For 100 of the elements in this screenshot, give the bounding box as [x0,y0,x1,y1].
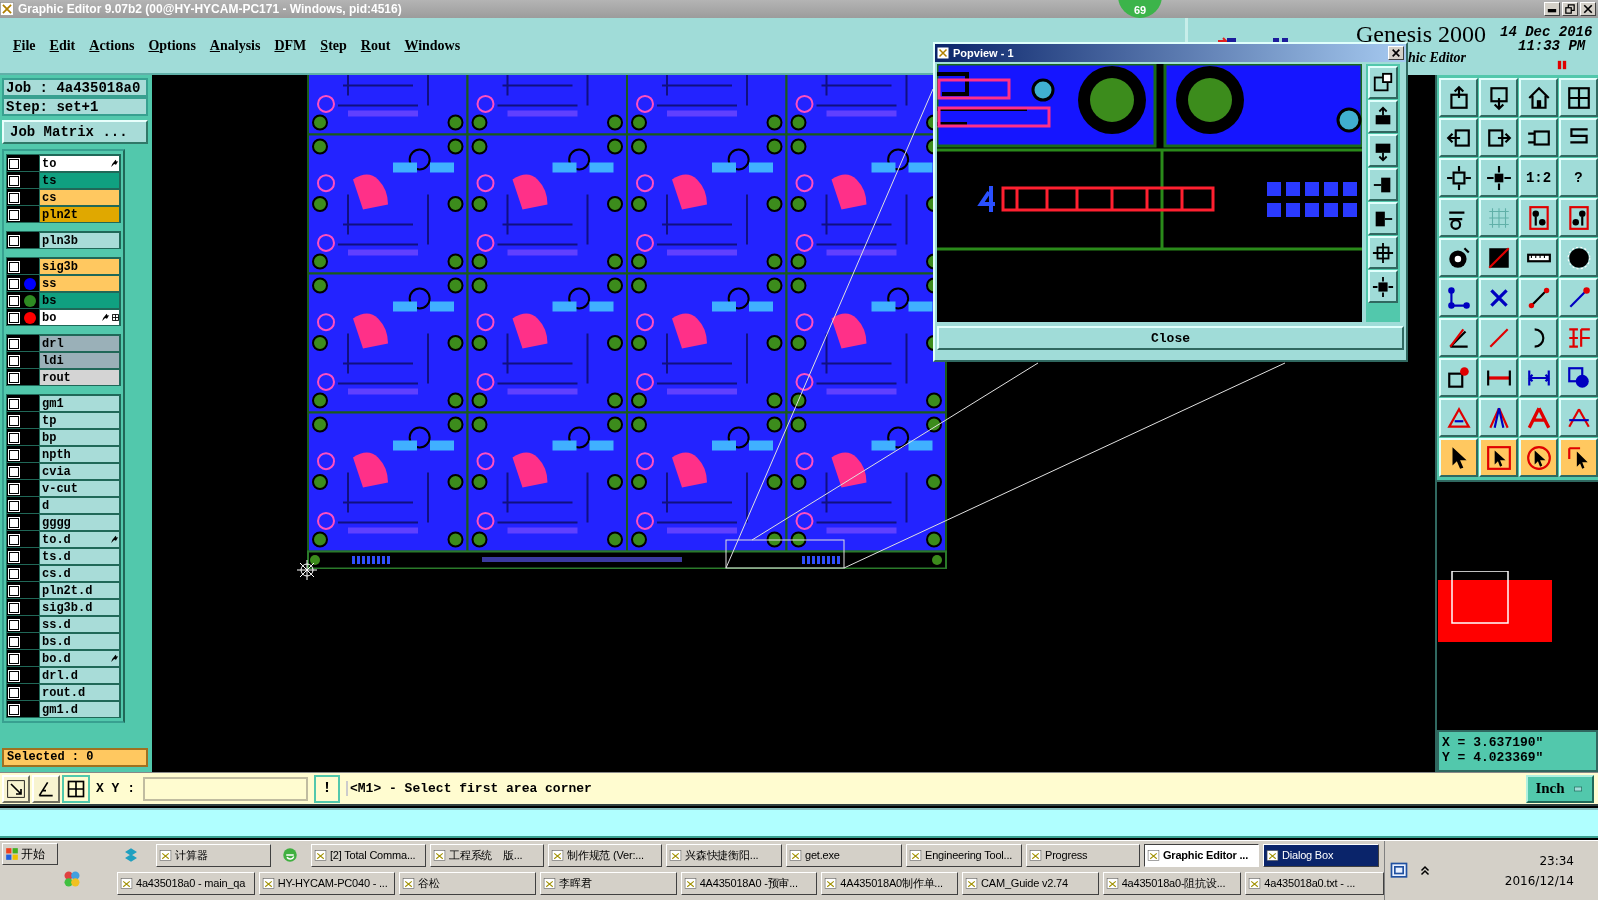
layer-name-cell[interactable]: npth [39,446,120,463]
tool-button[interactable] [1519,278,1558,317]
layer-name-cell[interactable]: bs [39,292,120,309]
tool-button[interactable] [1439,358,1478,397]
layer-checkbox[interactable] [9,517,19,528]
popview-tool-button[interactable] [1368,66,1398,99]
layer-checkbox[interactable] [9,568,19,579]
tool-button[interactable] [1519,438,1558,477]
tool-button[interactable] [1439,158,1478,197]
layer-name-cell[interactable]: gm1 [39,395,120,412]
menu-item[interactable]: Options [141,37,203,54]
layer-checkbox[interactable] [9,500,19,511]
tool-button[interactable] [1479,318,1518,357]
popview-tool-button[interactable] [1368,100,1398,133]
popview-tool-button[interactable] [1368,168,1398,201]
layer-checkbox[interactable] [9,261,19,272]
layer-name-cell[interactable]: drl [39,335,120,352]
tool-button[interactable] [1519,238,1558,277]
layer-name-cell[interactable]: rout.d [39,684,120,701]
layer-checkbox[interactable] [9,551,19,562]
tool-button[interactable] [1559,398,1598,437]
layer-name-cell[interactable]: to.d [39,531,120,548]
menu-item[interactable]: DFM [267,37,314,54]
layer-name-cell[interactable]: cvia [39,463,120,480]
layer-checkbox[interactable] [9,483,19,494]
layer-name-cell[interactable]: cs.d [39,565,120,582]
tool-button[interactable] [1559,438,1598,477]
tool-button[interactable] [1439,238,1478,277]
menu-item[interactable]: Actions [82,37,142,54]
taskbar-button[interactable]: Progress [1026,843,1140,867]
layer-name-cell[interactable]: sig3b [39,258,120,275]
units-dropdown[interactable]: Inch [1526,774,1594,803]
layer-name-cell[interactable]: drl.d [39,667,120,684]
tool-button[interactable] [1559,78,1598,117]
tool-button[interactable] [1559,358,1598,397]
taskbar-button[interactable]: Dialog Box [1263,843,1379,867]
tool-button[interactable] [1439,78,1478,117]
tool-button[interactable] [1519,318,1558,357]
taskbar-button[interactable]: Engineering Tool... [906,843,1022,867]
tool-button[interactable] [1479,158,1518,197]
layer-name-cell[interactable]: ldi [39,352,120,369]
layer-name-cell[interactable]: bo.d [39,650,120,667]
tool-button[interactable] [1519,398,1558,437]
tool-button[interactable] [1559,318,1598,357]
taskbar-button[interactable]: 兴森快捷衡阳... [666,843,782,867]
popview-close-button[interactable]: Close [937,326,1404,350]
taskbar-button[interactable]: [2] Total Comma... [311,843,426,867]
menu-item[interactable]: Windows [397,37,468,54]
tool-button[interactable] [1439,198,1478,237]
tool-button[interactable] [1479,118,1518,157]
popview-tool-button[interactable] [1368,270,1398,303]
layer-checkbox[interactable] [9,295,19,306]
layer-checkbox[interactable] [9,466,19,477]
layer-name-cell[interactable]: gggg [39,514,120,531]
layer-name-cell[interactable]: bs.d [39,633,120,650]
layer-checkbox[interactable] [9,338,19,349]
tool-button[interactable] [1479,78,1518,117]
tool-button[interactable] [1559,118,1598,157]
layer-name-cell[interactable]: gm1.d [39,701,120,718]
tool-button[interactable] [1479,238,1518,277]
layer-checkbox[interactable] [9,585,19,596]
layer-checkbox[interactable] [9,415,19,426]
snap-button[interactable] [62,774,90,803]
layer-checkbox[interactable] [9,355,19,366]
tool-button[interactable] [1479,198,1518,237]
layer-name-cell[interactable]: tp [39,412,120,429]
menu-item[interactable]: Step [313,37,354,54]
tool-button[interactable] [1559,238,1598,277]
layer-checkbox[interactable] [9,670,19,681]
layer-name-cell[interactable]: sig3b.d [39,599,120,616]
tool-button[interactable] [1519,118,1558,157]
restore-button[interactable] [1562,2,1578,16]
layer-checkbox[interactable] [9,619,19,630]
layer-name-cell[interactable]: cs [39,189,120,206]
layer-name-cell[interactable]: pln2t.d [39,582,120,599]
tool-button[interactable] [1519,198,1558,237]
tool-button[interactable] [1439,438,1478,477]
tool-button[interactable] [1439,398,1478,437]
job-matrix-button[interactable]: Job Matrix ... [2,120,148,144]
layer-checkbox[interactable] [9,534,19,545]
tool-button[interactable] [1439,318,1478,357]
tool-button[interactable] [1479,278,1518,317]
zoom-ratio-button[interactable]: 1:2 [1519,158,1558,197]
tool-button[interactable] [1559,278,1598,317]
layer-checkbox[interactable] [9,235,19,246]
help-button[interactable]: ? [1559,158,1598,197]
layer-checkbox[interactable] [9,372,19,383]
layer-checkbox[interactable] [9,312,19,323]
popview-tool-button[interactable] [1368,134,1398,167]
alert-button[interactable]: ! [314,774,340,803]
taskbar-button[interactable]: 4A435018A0制作单... [821,871,959,895]
layer-name-cell[interactable]: ss.d [39,616,120,633]
taskbar-button[interactable]: HY-HYCAM-PC040 - ... [258,871,396,895]
layer-checkbox[interactable] [9,653,19,664]
layer-checkbox[interactable] [9,158,19,169]
taskbar-button[interactable]: 计算器 [156,843,271,867]
tool-button[interactable] [1439,118,1478,157]
tool-button[interactable] [1479,398,1518,437]
layer-name-cell[interactable]: ts [39,172,120,189]
taskbar-button[interactable]: 谷松 [399,871,536,895]
